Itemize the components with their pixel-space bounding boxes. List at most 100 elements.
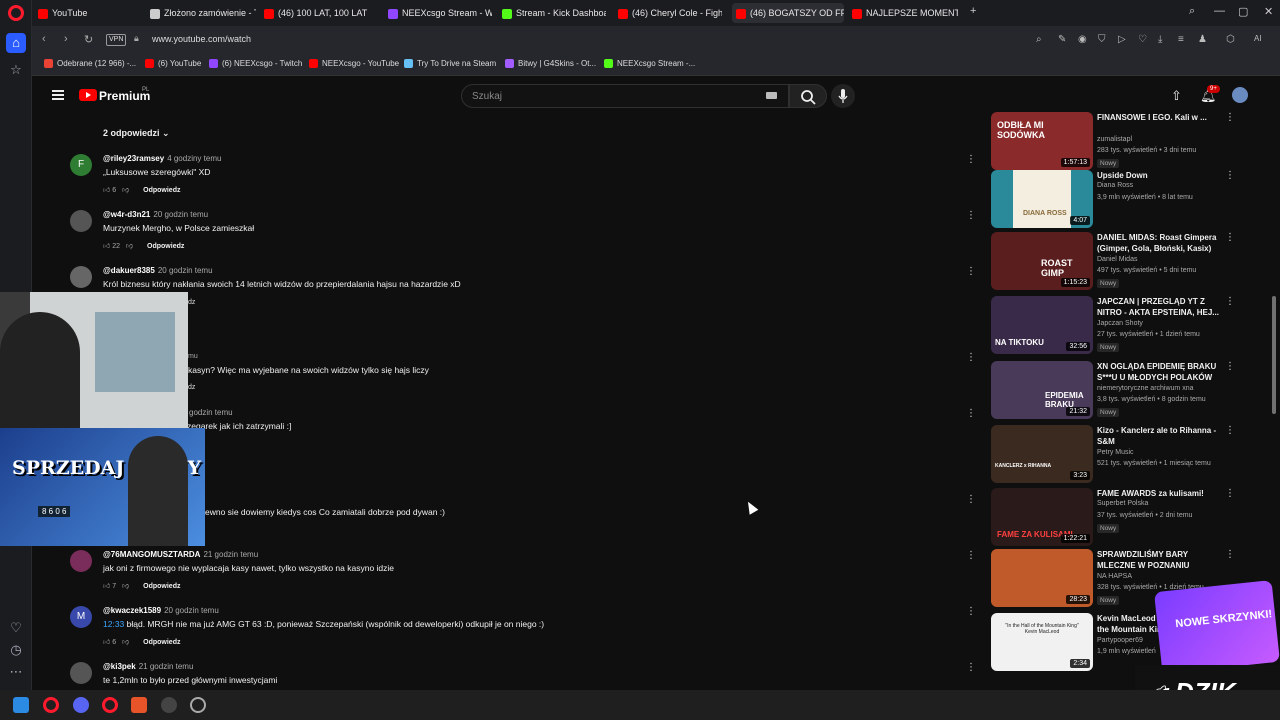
comment-author[interactable]: @76MANGOMUSZTARDA [103,550,200,559]
forward-icon[interactable]: › [64,33,68,45]
bookmark-kick[interactable]: NEEXcsgo Stream -... [604,59,695,69]
video-menu-icon[interactable]: ⋮ [1225,232,1235,243]
comment-menu-icon[interactable]: ⋮ [966,662,976,673]
video-title[interactable]: JAPCZAN | PRZEGLĄD YT Z NITRO - AKTA EPS… [1097,296,1221,318]
more-icon[interactable]: ⋯ [8,664,24,680]
reply-button[interactable]: Odpowiedz [143,639,180,646]
comment-menu-icon[interactable]: ⋮ [966,408,976,419]
channel-name[interactable]: Japczan Shoty [1097,320,1143,327]
video-thumbnail[interactable]: 28:23 [991,549,1093,607]
bookmark-twitch[interactable]: (6) NEEXcsgo - Twitch [209,59,302,69]
hamburger-menu-icon[interactable] [52,90,64,100]
video-title[interactable]: Upside Down [1097,170,1221,181]
like-icon[interactable]: 👍︎ [103,639,110,646]
back-icon[interactable]: ‹ [42,33,46,45]
url-field[interactable]: www.youtube.com/watch [152,34,251,44]
channel-name[interactable]: zumalistapl [1097,136,1132,143]
reply-button[interactable]: Odpowiedz [143,187,180,194]
suggested-video[interactable]: ODBIŁA MI SODÓWKA 1:57:13 FINANSOWE I EGO… [991,112,1235,172]
channel-name[interactable]: Partypooper69 [1097,637,1143,644]
suggested-video[interactable]: EPIDEMIA BRAKU 21:32 XN OGLĄDA EPIDEMIĘ B… [991,361,1235,421]
menu-icon[interactable]: ≡ [1178,34,1184,45]
new-tab-icon[interactable]: + [970,5,976,17]
video-thumbnail[interactable]: KANCLERZ x RIHANNA 3:23 [991,425,1093,483]
discord-icon[interactable] [73,697,89,713]
video-thumbnail[interactable]: "In the Hall of the Mountain King" Kevin… [991,613,1093,671]
bookmark-g4skins[interactable]: Bitwy | G4Skins - Ot... [505,59,596,69]
account-avatar[interactable] [1232,87,1248,103]
tab-cheryl-cole[interactable]: (46) Cheryl Cole - Figh [614,3,722,23]
bookmark-steam[interactable]: Try To Drive na Steam [404,59,496,69]
comment-time[interactable]: 21 godzin temu [139,662,194,671]
avatar[interactable]: F [70,154,92,176]
channel-name[interactable]: Petry Music [1097,449,1134,456]
download-icon[interactable]: ⤓ [1158,34,1162,45]
video-menu-icon[interactable]: ⋮ [1225,361,1235,372]
video-title[interactable]: FAME AWARDS za kulisami! [1097,488,1221,499]
comment-time[interactable]: 20 godzin temu [153,210,208,219]
video-title[interactable]: Kizo - Kanclerz ale to Rihanna - S&M [1097,425,1221,447]
avatar[interactable] [70,210,92,232]
voice-search-button[interactable] [831,84,855,108]
channel-name[interactable]: niemerytoryczne archiwum xna [1097,385,1193,392]
replies-toggle[interactable]: 2 odpowiedzi ⌄ [103,128,170,139]
search-input[interactable]: Szukaj [461,84,789,108]
suggested-video[interactable]: NA TIKTOKU 32:56 JAPCZAN | PRZEGLĄD YT Z … [991,296,1235,356]
search-page-icon[interactable]: ⌕ [1036,34,1042,45]
suggested-video[interactable]: FAME ZA KULISAMI 1:22:21 FAME AWARDS za k… [991,488,1235,548]
opera-icon[interactable] [102,697,118,713]
avatar[interactable] [70,662,92,684]
keyboard-icon[interactable] [766,92,777,99]
opera-gx-icon[interactable] [43,697,59,713]
tab-neexcsgo-twitch[interactable]: NEEXcsgo Stream - Watc [384,3,492,23]
bookmark-youtube[interactable]: (6) YouTube [145,59,201,69]
suggested-video[interactable]: KANCLERZ x RIHANNA 3:23 Kizo - Kanclerz a… [991,425,1235,485]
steam-icon[interactable] [190,697,206,713]
upload-icon[interactable]: ⇧ [1171,88,1182,104]
video-menu-icon[interactable]: ⋮ [1225,296,1235,307]
comment-menu-icon[interactable]: ⋮ [966,550,976,561]
dislike-icon[interactable]: 👎︎ [122,639,129,646]
video-thumbnail[interactable]: ODBIŁA MI SODÓWKA 1:57:13 [991,112,1093,170]
video-title[interactable]: XN OGLĄDA EPIDEMIĘ BRAKU S***U U MŁODYCH… [1097,361,1221,383]
avatar[interactable] [70,550,92,572]
video-menu-icon[interactable]: ⋮ [1225,170,1235,181]
lock-icon[interactable]: 🔒︎ [134,33,139,44]
comment-menu-icon[interactable]: ⋮ [966,606,976,617]
heart-icon[interactable]: ♡ [8,620,24,636]
comment-menu-icon[interactable]: ⋮ [966,154,976,165]
minimize-icon[interactable]: — [1214,5,1225,17]
video-title[interactable]: FINANSOWE I EGO. Kali w ... [1097,112,1221,123]
comment-menu-icon[interactable]: ⋮ [966,352,976,363]
video-menu-icon[interactable]: ⋮ [1225,549,1235,560]
camera-icon[interactable]: ◉ [1078,34,1087,45]
video-menu-icon[interactable]: ⋮ [1225,112,1235,123]
video-menu-icon[interactable]: ⋮ [1225,488,1235,499]
comment-author[interactable]: @dakuer8385 [103,266,155,275]
search-tabs-icon[interactable]: ⌕ [1189,5,1195,18]
reply-button[interactable]: Odpowiedz [143,583,180,590]
comment-time[interactable]: 4 godziny temu [167,154,221,163]
video-thumbnail[interactable]: FAME ZA KULISAMI 1:22:21 [991,488,1093,546]
vpn-badge[interactable]: VPN [106,34,127,46]
maximize-icon[interactable]: ▢ [1238,5,1248,18]
video-thumbnail[interactable]: EPIDEMIA BRAKU 21:32 [991,361,1093,419]
tab-100-lat[interactable]: (46) 100 LAT, 100 LAT !!! - [260,3,368,23]
comment-author[interactable]: @riley23ramsey [103,154,164,163]
channel-name[interactable]: Daniel Midas [1097,256,1137,263]
obs-icon[interactable] [161,697,177,713]
youtube-logo-icon[interactable] [79,89,97,101]
comment-menu-icon[interactable]: ⋮ [966,210,976,221]
timestamp-link[interactable]: 12:33 [103,619,124,629]
channel-name[interactable]: NA HAPSA [1097,573,1132,580]
channel-name[interactable]: Diana Ross [1097,182,1133,189]
tab-bogatszy[interactable]: (46) BOGATSZY OD FF [732,3,844,23]
dislike-icon[interactable]: 👎︎ [122,187,129,194]
video-thumbnail[interactable]: DIANA ROSS 4:07 [991,170,1093,228]
ai-icon[interactable]: AI [1254,34,1262,43]
video-menu-icon[interactable]: ⋮ [1225,425,1235,436]
app-icon[interactable] [131,697,147,713]
video-title[interactable]: DANIEL MIDAS: Roast Gimpera (Gimper, Gol… [1097,232,1221,254]
extension-icon[interactable]: ⬡ [1226,34,1235,45]
shield-icon[interactable]: ⛉ [1098,34,1106,45]
